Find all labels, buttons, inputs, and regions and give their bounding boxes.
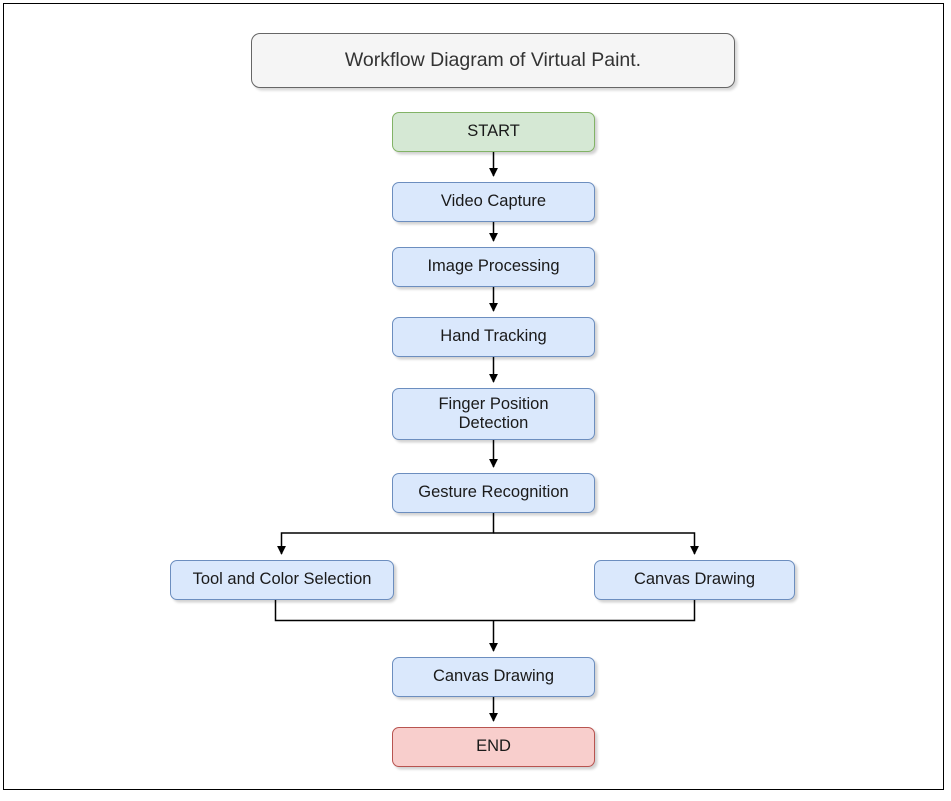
node-gesture-recognition-label: Gesture Recognition (418, 483, 569, 502)
node-canvas-drawing-branch[interactable]: Canvas Drawing (594, 560, 795, 600)
node-gesture-recognition[interactable]: Gesture Recognition (392, 473, 595, 513)
node-start-label: START (467, 122, 520, 141)
node-image-processing[interactable]: Image Processing (392, 247, 595, 287)
edge-gesture-toolsel (277, 513, 495, 555)
edge-toolsel-merge (274, 600, 696, 622)
node-end-label: END (476, 737, 511, 756)
node-canvas-drawing-branch-label: Canvas Drawing (633, 570, 756, 589)
node-tool-and-color-selection[interactable]: Tool and Color Selection (170, 560, 394, 600)
workflow-diagram: Workflow Diagram of Virtual Paint. START… (0, 0, 951, 801)
node-tool-and-color-selection-label: Tool and Color Selection (192, 570, 372, 589)
node-image-processing-label: Image Processing (427, 257, 560, 276)
node-canvas-drawing-merged[interactable]: Canvas Drawing (392, 657, 595, 697)
node-hand-tracking-label: Hand Tracking (440, 327, 547, 346)
node-end[interactable]: END (392, 727, 595, 767)
diagram-title-text: Workflow Diagram of Virtual Paint. (344, 49, 642, 71)
node-hand-tracking[interactable]: Hand Tracking (392, 317, 595, 357)
node-canvas-drawing-merged-label: Canvas Drawing (432, 667, 555, 686)
edge-gesture-canvas1 (493, 532, 699, 555)
node-video-capture-label: Video Capture (440, 192, 547, 211)
node-video-capture[interactable]: Video Capture (392, 182, 595, 222)
diagram-title: Workflow Diagram of Virtual Paint. (251, 33, 735, 88)
node-start[interactable]: START (392, 112, 595, 152)
node-finger-position-detection[interactable]: Finger Position Detection (392, 388, 595, 440)
node-finger-position-detection-label: Finger Position Detection (438, 394, 549, 432)
